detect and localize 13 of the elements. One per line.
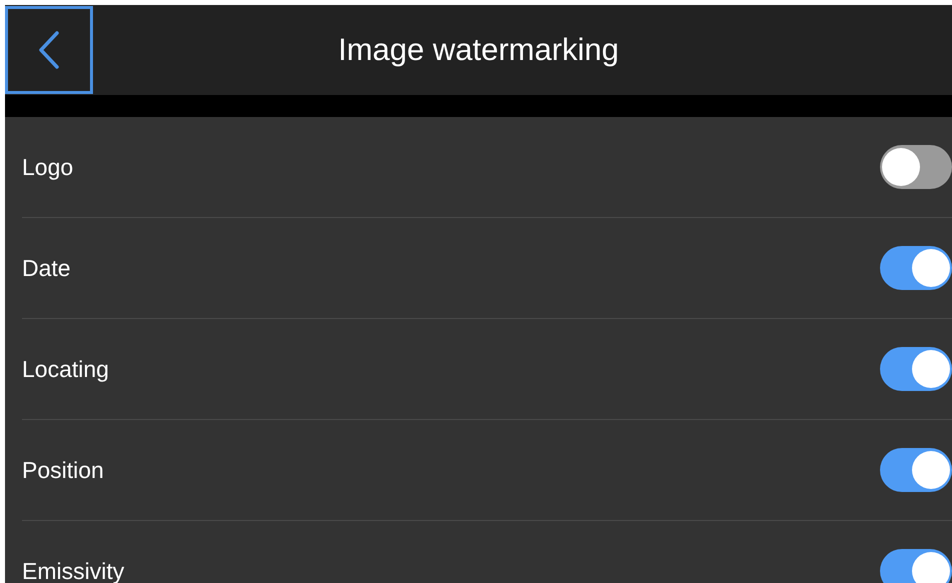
toggle-switch[interactable] xyxy=(880,347,952,391)
setting-label: Emissivity xyxy=(22,558,124,583)
setting-label: Logo xyxy=(22,154,74,180)
chevron-left-icon xyxy=(38,30,60,70)
setting-label: Locating xyxy=(22,356,109,382)
back-button[interactable] xyxy=(5,6,93,94)
toggle-switch[interactable] xyxy=(880,246,952,290)
setting-label: Position xyxy=(22,456,104,484)
toggle-switch[interactable] xyxy=(880,549,952,583)
toggle-switch[interactable] xyxy=(880,145,952,189)
setting-label: Date xyxy=(22,254,71,282)
page-title: Image watermarking xyxy=(338,32,619,68)
toggle-switch[interactable] xyxy=(880,448,952,492)
